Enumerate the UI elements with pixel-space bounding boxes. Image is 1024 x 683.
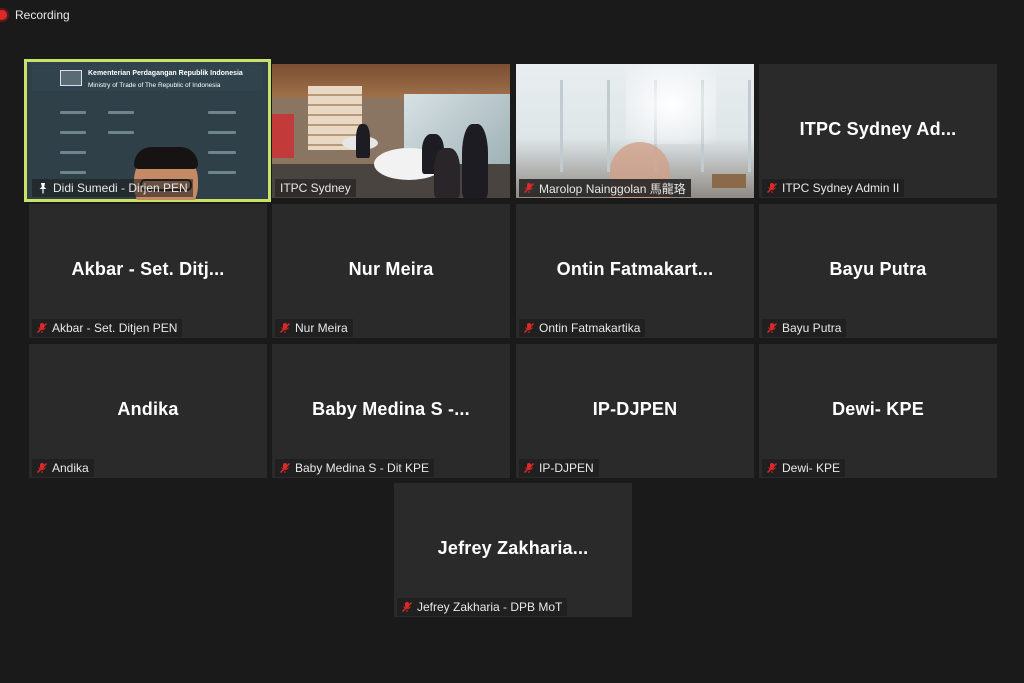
participant-label: Nur Meira xyxy=(275,319,353,337)
participant-label: Marolop Nainggolan 馬龍珞 xyxy=(519,179,691,197)
participant-name: ITPC Sydney Admin II xyxy=(782,181,900,195)
participant-label: Jefrey Zakharia - DPB MoT xyxy=(397,598,568,616)
participant-label: ITPC Sydney xyxy=(275,179,356,197)
participant-display-name: Dewi- KPE xyxy=(832,398,924,419)
video-tile-didi-sumedi[interactable]: Kementerian Perdagangan Republik Indones… xyxy=(24,59,271,202)
participant-label: ITPC Sydney Admin II xyxy=(762,179,905,197)
participant-name: Baby Medina S - Dit KPE xyxy=(295,461,430,475)
participant-display-name: Baby Medina S -... xyxy=(312,398,470,419)
video-tile-itpc-sydney[interactable]: ITPC Sydney xyxy=(272,64,510,198)
recording-label: Recording xyxy=(15,8,70,22)
avatar-tile-jefrey-zakharia[interactable]: Jefrey Zakharia... Jefrey Zakharia - DPB… xyxy=(394,483,632,617)
presentation-slide: Kementerian Perdagangan Republik Indones… xyxy=(32,65,263,91)
mic-muted-icon xyxy=(767,183,777,193)
participant-name: Jefrey Zakharia - DPB MoT xyxy=(417,600,563,614)
participant-display-name: IP-DJPEN xyxy=(592,398,678,419)
participant-name: Andika xyxy=(52,461,89,475)
mic-muted-icon xyxy=(280,323,290,333)
avatar-tile-dewi-kpe[interactable]: Dewi- KPE Dewi- KPE xyxy=(759,344,997,478)
participant-name: Nur Meira xyxy=(295,321,348,335)
participant-label: Andika xyxy=(32,459,94,477)
participant-display-name: Ontin Fatmakart... xyxy=(556,258,714,279)
slide-org-title: Kementerian Perdagangan Republik Indones… xyxy=(88,70,243,77)
avatar-tile-baby-medina[interactable]: Baby Medina S -... Baby Medina S - Dit K… xyxy=(272,344,510,478)
participant-display-name: Jefrey Zakharia... xyxy=(437,537,589,558)
participant-label: Akbar - Set. Ditjen PEN xyxy=(32,319,183,337)
video-tile-marolop-nainggolan[interactable]: Marolop Nainggolan 馬龍珞 xyxy=(516,64,754,198)
avatar-tile-ontin-fatmakartika[interactable]: Ontin Fatmakart... Ontin Fatmakartika xyxy=(516,204,754,338)
participant-display-name: ITPC Sydney Ad... xyxy=(799,118,957,139)
recording-indicator[interactable]: Recording xyxy=(0,0,70,30)
participant-label: IP-DJPEN xyxy=(519,459,599,477)
participant-name: Bayu Putra xyxy=(782,321,842,335)
participant-label: Bayu Putra xyxy=(762,319,847,337)
mic-muted-icon xyxy=(524,183,534,193)
mic-muted-icon xyxy=(524,463,534,473)
recording-icon xyxy=(0,10,7,20)
participant-name: Akbar - Set. Ditjen PEN xyxy=(52,321,178,335)
avatar-tile-andika[interactable]: Andika Andika xyxy=(29,344,267,478)
mic-muted-icon xyxy=(767,463,777,473)
mic-muted-icon xyxy=(280,463,290,473)
mic-muted-icon xyxy=(37,323,47,333)
avatar-tile-itpc-sydney-admin[interactable]: ITPC Sydney Ad... ITPC Sydney Admin II xyxy=(759,64,997,198)
participant-name: Dewi- KPE xyxy=(782,461,841,475)
participant-name: IP-DJPEN xyxy=(539,461,594,475)
pin-icon xyxy=(39,183,47,194)
participant-display-name: Akbar - Set. Ditj... xyxy=(71,258,225,279)
avatar-tile-ip-djpen[interactable]: IP-DJPEN IP-DJPEN xyxy=(516,344,754,478)
avatar-tile-akbar[interactable]: Akbar - Set. Ditj... Akbar - Set. Ditjen… xyxy=(29,204,267,338)
participant-label: Ontin Fatmakartika xyxy=(519,319,646,337)
participant-display-name: Andika xyxy=(117,398,179,419)
participant-name: Marolop Nainggolan 馬龍珞 xyxy=(539,181,686,196)
mic-muted-icon xyxy=(402,602,412,612)
mic-muted-icon xyxy=(767,323,777,333)
mic-muted-icon xyxy=(524,323,534,333)
participant-name: ITPC Sydney xyxy=(280,181,351,195)
slide-org-subtitle: Ministry of Trade of The Republic of Ind… xyxy=(88,82,221,89)
participant-name: Ontin Fatmakartika xyxy=(539,321,641,335)
ministry-logo-icon xyxy=(60,70,82,86)
participant-label: Baby Medina S - Dit KPE xyxy=(275,459,435,477)
participant-display-name: Nur Meira xyxy=(348,258,434,279)
avatar-tile-bayu-putra[interactable]: Bayu Putra Bayu Putra xyxy=(759,204,997,338)
participant-label: Didi Sumedi - Dirjen PEN xyxy=(32,179,193,197)
avatar-tile-nur-meira[interactable]: Nur Meira Nur Meira xyxy=(272,204,510,338)
participant-label: Dewi- KPE xyxy=(762,459,846,477)
mic-muted-icon xyxy=(37,463,47,473)
participant-display-name: Bayu Putra xyxy=(829,258,927,279)
participant-name: Didi Sumedi - Dirjen PEN xyxy=(53,181,188,195)
